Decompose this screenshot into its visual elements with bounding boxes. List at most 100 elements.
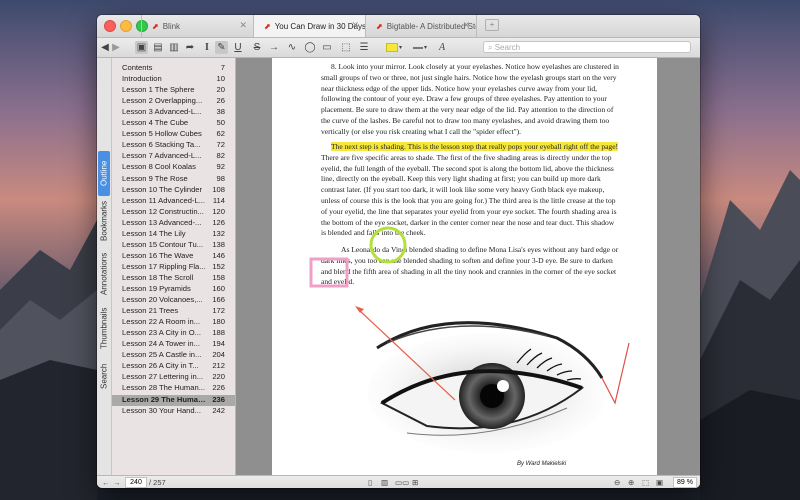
two-page-mode-icon[interactable]: ▭▭ bbox=[395, 477, 409, 487]
tab-outline[interactable]: Outline bbox=[98, 151, 110, 196]
pdf-icon: ⬈ bbox=[264, 21, 271, 31]
outline-item-label: Lesson 16 The Wave bbox=[122, 250, 194, 260]
fit-width-icon[interactable]: ⬚ bbox=[642, 477, 649, 487]
zoom-in-icon[interactable]: ⊕ bbox=[628, 477, 634, 487]
two-page-icon[interactable]: ▥ bbox=[168, 41, 180, 54]
outline-item[interactable]: Lesson 15 Contour Tu... 138 bbox=[112, 240, 235, 251]
outline-item[interactable]: Lesson 1 The Sphere 20 bbox=[112, 85, 235, 96]
outline-item[interactable]: Lesson 14 The Lily 132 bbox=[112, 229, 235, 240]
tab-bookmarks[interactable]: Bookmarks bbox=[98, 196, 110, 246]
outline-item-page: 146 bbox=[212, 250, 225, 260]
tab-you-can-draw[interactable]: ⬈ You Can Draw in 30 Days co ✕ bbox=[253, 15, 365, 37]
outline-item[interactable]: Lesson 18 The Scroll 158 bbox=[112, 273, 235, 284]
close-tab-icon[interactable]: ✕ bbox=[462, 20, 470, 31]
outline-item[interactable]: Lesson 22 A Room in... 180 bbox=[112, 317, 235, 328]
arrow-tool-icon[interactable]: → bbox=[268, 41, 280, 54]
outline-item[interactable]: Lesson 2 Overlapping... 26 bbox=[112, 96, 235, 107]
fit-page-icon[interactable]: ▣ bbox=[656, 477, 663, 487]
line-style-picker[interactable]: ▾ bbox=[410, 41, 430, 54]
outline-item[interactable]: Lesson 23 A City in O... 188 bbox=[112, 328, 235, 339]
close-tab-icon[interactable]: ✕ bbox=[239, 20, 247, 31]
outline-item[interactable]: Lesson 30 Your Hand... 242 bbox=[112, 406, 235, 417]
outline-item[interactable]: Lesson 19 Pyramids 160 bbox=[112, 284, 235, 295]
strikethrough-icon[interactable]: S bbox=[252, 41, 262, 54]
outline-item[interactable]: Lesson 25 A Castle in... 204 bbox=[112, 350, 235, 361]
outline-item[interactable]: Lesson 6 Stacking Ta... 72 bbox=[112, 140, 235, 151]
outline-item[interactable]: Lesson 9 The Rose 98 bbox=[112, 174, 235, 185]
ellipse-tool-icon[interactable]: ◯ bbox=[304, 41, 316, 54]
outline-item[interactable]: Lesson 4 The Cube 50 bbox=[112, 118, 235, 129]
outline-item[interactable]: Lesson 8 Cool Koalas 92 bbox=[112, 162, 235, 173]
outline-item[interactable]: Contents 7 bbox=[112, 63, 235, 74]
close-tab-icon[interactable]: ✕ bbox=[351, 20, 359, 31]
single-page-icon[interactable]: ▤ bbox=[152, 41, 164, 54]
zoom-out-icon[interactable]: ⊖ bbox=[614, 477, 620, 487]
outline-item-label: Lesson 23 A City in O... bbox=[122, 328, 201, 338]
close-window-button[interactable] bbox=[104, 20, 116, 32]
text-select-icon[interactable]: I bbox=[202, 41, 212, 54]
font-icon[interactable]: A bbox=[437, 41, 447, 54]
outline-item[interactable]: Lesson 27 Lettering in... 220 bbox=[112, 372, 235, 383]
outline-item[interactable]: Lesson 13 Advanced-... 126 bbox=[112, 218, 235, 229]
outline-item[interactable]: Lesson 7 Advanced-L... 82 bbox=[112, 151, 235, 162]
page-number-input[interactable]: 240 bbox=[125, 477, 147, 488]
outline-item-label: Lesson 6 Stacking Ta... bbox=[122, 140, 201, 150]
arrow-annotation[interactable] bbox=[358, 309, 456, 401]
outline-item-label: Lesson 27 Lettering in... bbox=[122, 372, 204, 382]
outline-item[interactable]: Lesson 5 Hollow Cubes 62 bbox=[112, 129, 235, 140]
tab-thumbnails[interactable]: Thumbnails bbox=[98, 301, 110, 356]
rectangle-tool-icon[interactable]: ▭ bbox=[321, 41, 333, 54]
outline-list: Contents 7 Introduction 10 Lesson 1 The Sphe… bbox=[112, 58, 235, 475]
outline-item-label: Lesson 30 Your Hand... bbox=[122, 405, 201, 415]
single-page-mode-icon[interactable]: ▯ bbox=[368, 477, 372, 487]
next-page-icon[interactable]: → bbox=[113, 477, 121, 487]
outline-item-label: Lesson 29 The Human... bbox=[122, 394, 206, 404]
highlight-pen-icon[interactable]: ✎ bbox=[215, 41, 228, 54]
outline-item[interactable]: Lesson 29 The Human... 236 bbox=[112, 394, 235, 406]
outline-item[interactable]: Introduction 10 bbox=[112, 74, 235, 85]
outline-item[interactable]: Lesson 11 Advanced-L... 114 bbox=[112, 196, 235, 207]
underline-icon[interactable]: U bbox=[233, 41, 243, 54]
note-icon[interactable]: ☰ bbox=[358, 41, 370, 54]
snapshot-icon[interactable]: ⬚ bbox=[340, 41, 352, 54]
tab-annotations[interactable]: Annotations bbox=[98, 246, 110, 301]
search-input[interactable]: ⌕ Search bbox=[483, 41, 691, 53]
document-view[interactable]: 8. Look into your mirror. Look closely a… bbox=[236, 58, 700, 475]
outline-item[interactable]: Lesson 21 Trees 172 bbox=[112, 306, 235, 317]
outline-item[interactable]: Lesson 12 Constructin... 120 bbox=[112, 207, 235, 218]
zoom-input[interactable]: 89 % bbox=[673, 477, 697, 488]
outline-item[interactable]: Lesson 3 Advanced-L... 38 bbox=[112, 107, 235, 118]
pdf-viewer-window: ⬈ Blink ✕ ⬈ You Can Draw in 30 Days co ✕… bbox=[97, 15, 700, 488]
outline-item-page: 82 bbox=[216, 151, 225, 161]
outline-item[interactable]: Lesson 24 A Tower in... 194 bbox=[112, 339, 235, 350]
outline-item[interactable]: Lesson 10 The Cylinder 108 bbox=[112, 185, 235, 196]
check-mark-annotation[interactable] bbox=[601, 342, 630, 405]
outline-item-page: 120 bbox=[212, 206, 225, 216]
forward-icon[interactable]: ▶ bbox=[112, 41, 120, 54]
outline-item-page: 108 bbox=[212, 184, 225, 194]
pdf-page: 8. Look into your mirror. Look closely a… bbox=[272, 58, 657, 475]
grid-mode-icon[interactable]: ⊞ bbox=[412, 477, 418, 487]
outline-item-label: Lesson 22 A Room in... bbox=[122, 317, 201, 327]
outline-item[interactable]: Lesson 16 The Wave 146 bbox=[112, 251, 235, 262]
outline-item[interactable]: Lesson 17 Rippling Fla... 152 bbox=[112, 262, 235, 273]
tab-bigtable[interactable]: ⬈ Bigtable- A Distributed Stor ✕ bbox=[365, 15, 477, 37]
outline-item[interactable]: Lesson 26 A City in T... 212 bbox=[112, 361, 235, 372]
outline-item[interactable]: Lesson 20 Volcanoes,... 166 bbox=[112, 295, 235, 306]
back-icon[interactable]: ◀ bbox=[101, 41, 109, 54]
rectangle-annotation[interactable] bbox=[309, 257, 349, 288]
outline-item[interactable]: Lesson 28 The Human... 226 bbox=[112, 383, 235, 394]
ellipse-annotation[interactable] bbox=[369, 226, 407, 264]
sidebar-toggle-icon[interactable]: ▣ bbox=[135, 41, 148, 54]
tab-blink[interactable]: ⬈ Blink ✕ bbox=[141, 15, 253, 37]
tab-search[interactable]: Search bbox=[98, 356, 110, 396]
continuous-mode-icon[interactable]: ▥ bbox=[381, 477, 388, 487]
outline-item-label: Lesson 11 Advanced-L... bbox=[122, 195, 206, 205]
freehand-icon[interactable]: ∿ bbox=[286, 41, 298, 54]
prev-page-icon[interactable]: ← bbox=[102, 477, 110, 487]
highlight-color-picker[interactable]: ▾ bbox=[384, 41, 404, 54]
new-tab-button[interactable]: + bbox=[485, 19, 499, 31]
minimize-window-button[interactable] bbox=[120, 20, 132, 32]
annotation-layer bbox=[309, 226, 630, 405]
share-icon[interactable]: ➦ bbox=[184, 41, 196, 54]
